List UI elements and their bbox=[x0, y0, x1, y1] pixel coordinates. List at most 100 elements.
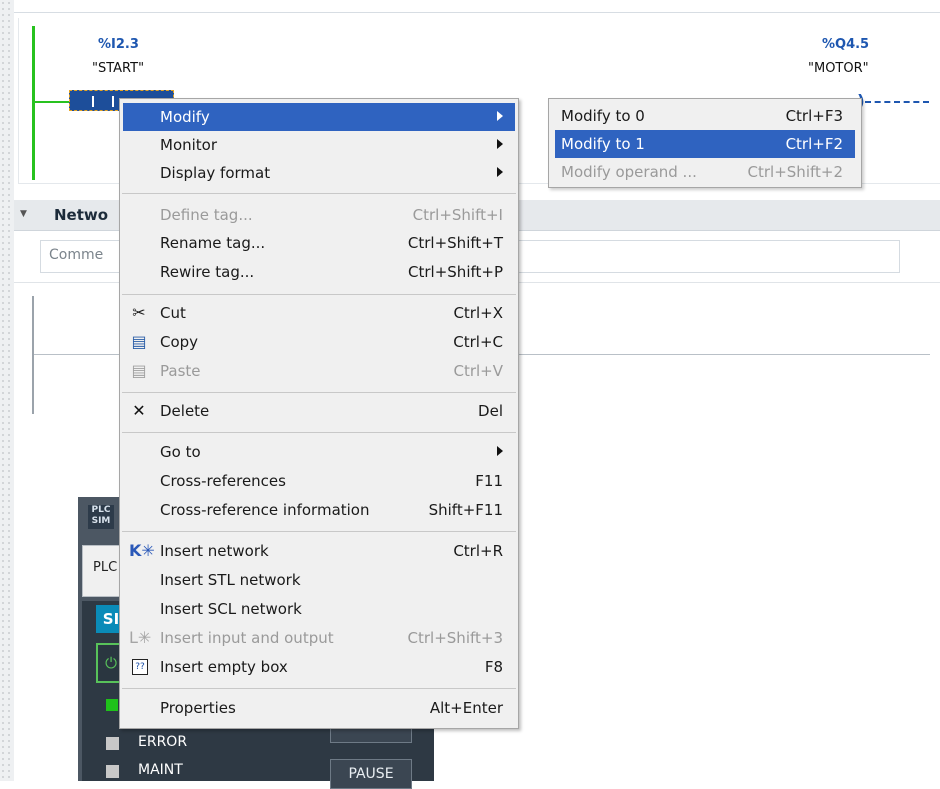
error-label: ERROR bbox=[138, 734, 188, 750]
insert-io-icon: L✳ bbox=[129, 628, 152, 647]
maint-label: MAINT bbox=[138, 762, 183, 778]
menu-item-label: Modify bbox=[160, 108, 210, 126]
contact-address: %I2.3 bbox=[98, 37, 139, 52]
submenu-item-shortcut: Ctrl+Shift+2 bbox=[747, 163, 843, 181]
rung-active-segment bbox=[35, 101, 69, 103]
menu-item-modify[interactable]: Modify bbox=[123, 103, 515, 131]
submenu-arrow-icon bbox=[497, 446, 503, 456]
menu-item-insert-network[interactable]: K✳ Insert network Ctrl+R bbox=[123, 537, 515, 565]
coil-tag-name[interactable]: "MOTOR" bbox=[808, 61, 869, 76]
contact-left-bar bbox=[92, 96, 94, 107]
menu-item-label: Delete bbox=[160, 402, 210, 420]
menu-item-paste[interactable]: ▤ Paste Ctrl+V bbox=[123, 357, 515, 385]
submenu-item-shortcut: Ctrl+F3 bbox=[785, 107, 843, 125]
menu-item-insert-stl-network[interactable]: Insert STL network bbox=[123, 566, 515, 594]
menu-item-label: Insert network bbox=[160, 542, 269, 560]
maint-led bbox=[106, 765, 119, 778]
menu-item-display-format[interactable]: Display format bbox=[123, 159, 515, 187]
submenu-arrow-icon bbox=[497, 139, 503, 149]
error-led bbox=[106, 737, 119, 750]
menu-item-label: Cut bbox=[160, 304, 186, 322]
menu-item-shortcut: Ctrl+Shift+T bbox=[407, 234, 503, 252]
contact-right-bar bbox=[112, 96, 114, 107]
menu-item-insert-empty-box[interactable]: ?? Insert empty box F8 bbox=[123, 653, 515, 681]
menu-item-shortcut: Del bbox=[478, 402, 503, 420]
menu-item-label: Define tag... bbox=[160, 206, 253, 224]
menu-item-shortcut: Ctrl+Shift+I bbox=[412, 206, 503, 224]
menu-item-cross-references[interactable]: Cross-references F11 bbox=[123, 467, 515, 495]
submenu-item-label: Modify operand ... bbox=[561, 163, 697, 181]
menu-item-shortcut: Shift+F11 bbox=[428, 501, 503, 519]
submenu-arrow-icon bbox=[497, 167, 503, 177]
scissors-icon: ✂ bbox=[132, 303, 146, 322]
submenu-item-modify-to-1[interactable]: Modify to 1 Ctrl+F2 bbox=[555, 130, 855, 158]
coil-address: %Q4.5 bbox=[822, 37, 870, 52]
menu-separator bbox=[122, 531, 516, 532]
plcsim-tab-label: PLC bbox=[93, 560, 118, 575]
plcsim-tab[interactable]: PLC bbox=[82, 545, 124, 597]
menu-item-insert-scl-network[interactable]: Insert SCL network bbox=[123, 595, 515, 623]
modify-submenu: Modify to 0 Ctrl+F3 Modify to 1 Ctrl+F2 … bbox=[548, 98, 862, 188]
menu-item-label: Insert STL network bbox=[160, 571, 301, 589]
menu-item-monitor[interactable]: Monitor bbox=[123, 131, 515, 159]
network-divider bbox=[14, 12, 940, 13]
menu-item-label: Copy bbox=[160, 333, 199, 351]
menu-item-define-tag[interactable]: Define tag... Ctrl+Shift+I bbox=[123, 201, 515, 229]
menu-separator bbox=[122, 193, 516, 194]
menu-item-shortcut: F11 bbox=[475, 472, 503, 490]
menu-item-shortcut: Ctrl+Shift+P bbox=[408, 263, 503, 281]
delete-x-icon: ✕ bbox=[132, 401, 146, 420]
menu-item-label: Insert empty box bbox=[160, 658, 288, 676]
menu-item-label: Monitor bbox=[160, 136, 218, 154]
insert-network-icon: K✳ bbox=[129, 541, 155, 560]
editor-gutter bbox=[0, 0, 14, 781]
copy-icon: ▤ bbox=[131, 332, 147, 351]
submenu-item-shortcut: Ctrl+F2 bbox=[785, 135, 843, 153]
comment-placeholder: Comme bbox=[49, 247, 104, 263]
menu-item-label: Properties bbox=[160, 699, 236, 717]
menu-item-label: Paste bbox=[160, 362, 201, 380]
menu-item-shortcut: Ctrl+V bbox=[453, 362, 503, 380]
submenu-item-modify-to-0[interactable]: Modify to 0 Ctrl+F3 bbox=[555, 102, 855, 130]
contact-tag-name[interactable]: "START" bbox=[92, 61, 144, 76]
plcsim-logo: PLC SIM bbox=[88, 505, 114, 529]
power-rail-inactive bbox=[32, 296, 34, 414]
menu-item-rewire-tag[interactable]: Rewire tag... Ctrl+Shift+P bbox=[123, 258, 515, 286]
menu-item-label: Cross-reference information bbox=[160, 501, 370, 519]
menu-item-delete[interactable]: ✕ Delete Del bbox=[123, 397, 515, 425]
menu-item-rename-tag[interactable]: Rename tag... Ctrl+Shift+T bbox=[123, 229, 515, 257]
submenu-item-label: Modify to 1 bbox=[561, 135, 645, 153]
network-2-title: Netwo bbox=[54, 206, 109, 224]
run-led bbox=[106, 699, 118, 711]
menu-item-shortcut: Alt+Enter bbox=[429, 699, 503, 717]
menu-item-copy[interactable]: ▤ Copy Ctrl+C bbox=[123, 328, 515, 356]
menu-item-shortcut: F8 bbox=[484, 658, 503, 676]
menu-separator bbox=[122, 688, 516, 689]
context-menu: Modify Monitor Display format Define tag… bbox=[119, 98, 519, 729]
menu-item-insert-input-and-output[interactable]: L✳ Insert input and output Ctrl+Shift+3 bbox=[123, 624, 515, 652]
menu-item-shortcut: Ctrl+C bbox=[453, 333, 503, 351]
menu-item-cut[interactable]: ✂ Cut Ctrl+X bbox=[123, 299, 515, 327]
pause-button[interactable]: PAUSE bbox=[330, 759, 412, 789]
power-rail-active bbox=[32, 26, 35, 180]
menu-separator bbox=[122, 432, 516, 433]
menu-item-go-to[interactable]: Go to bbox=[123, 438, 515, 466]
menu-item-label: Rewire tag... bbox=[160, 263, 255, 281]
collapse-arrow-icon[interactable]: ▼ bbox=[20, 209, 27, 219]
menu-item-shortcut: Ctrl+R bbox=[453, 542, 503, 560]
menu-item-shortcut: Ctrl+X bbox=[453, 304, 503, 322]
menu-item-cross-reference-information[interactable]: Cross-reference information Shift+F11 bbox=[123, 496, 515, 524]
menu-item-properties[interactable]: Properties Alt+Enter bbox=[123, 694, 515, 722]
menu-item-label: Insert SCL network bbox=[160, 600, 302, 618]
menu-item-label: Go to bbox=[160, 443, 201, 461]
paste-icon: ▤ bbox=[131, 361, 147, 380]
menu-item-label: Insert input and output bbox=[160, 629, 334, 647]
menu-separator bbox=[122, 294, 516, 295]
submenu-item-modify-operand[interactable]: Modify operand ... Ctrl+Shift+2 bbox=[555, 158, 855, 186]
submenu-arrow-icon bbox=[497, 111, 503, 121]
menu-separator bbox=[122, 392, 516, 393]
menu-item-shortcut: Ctrl+Shift+3 bbox=[407, 629, 503, 647]
submenu-item-label: Modify to 0 bbox=[561, 107, 645, 125]
empty-box-icon: ?? bbox=[132, 659, 148, 675]
coil-output-line bbox=[865, 101, 929, 103]
